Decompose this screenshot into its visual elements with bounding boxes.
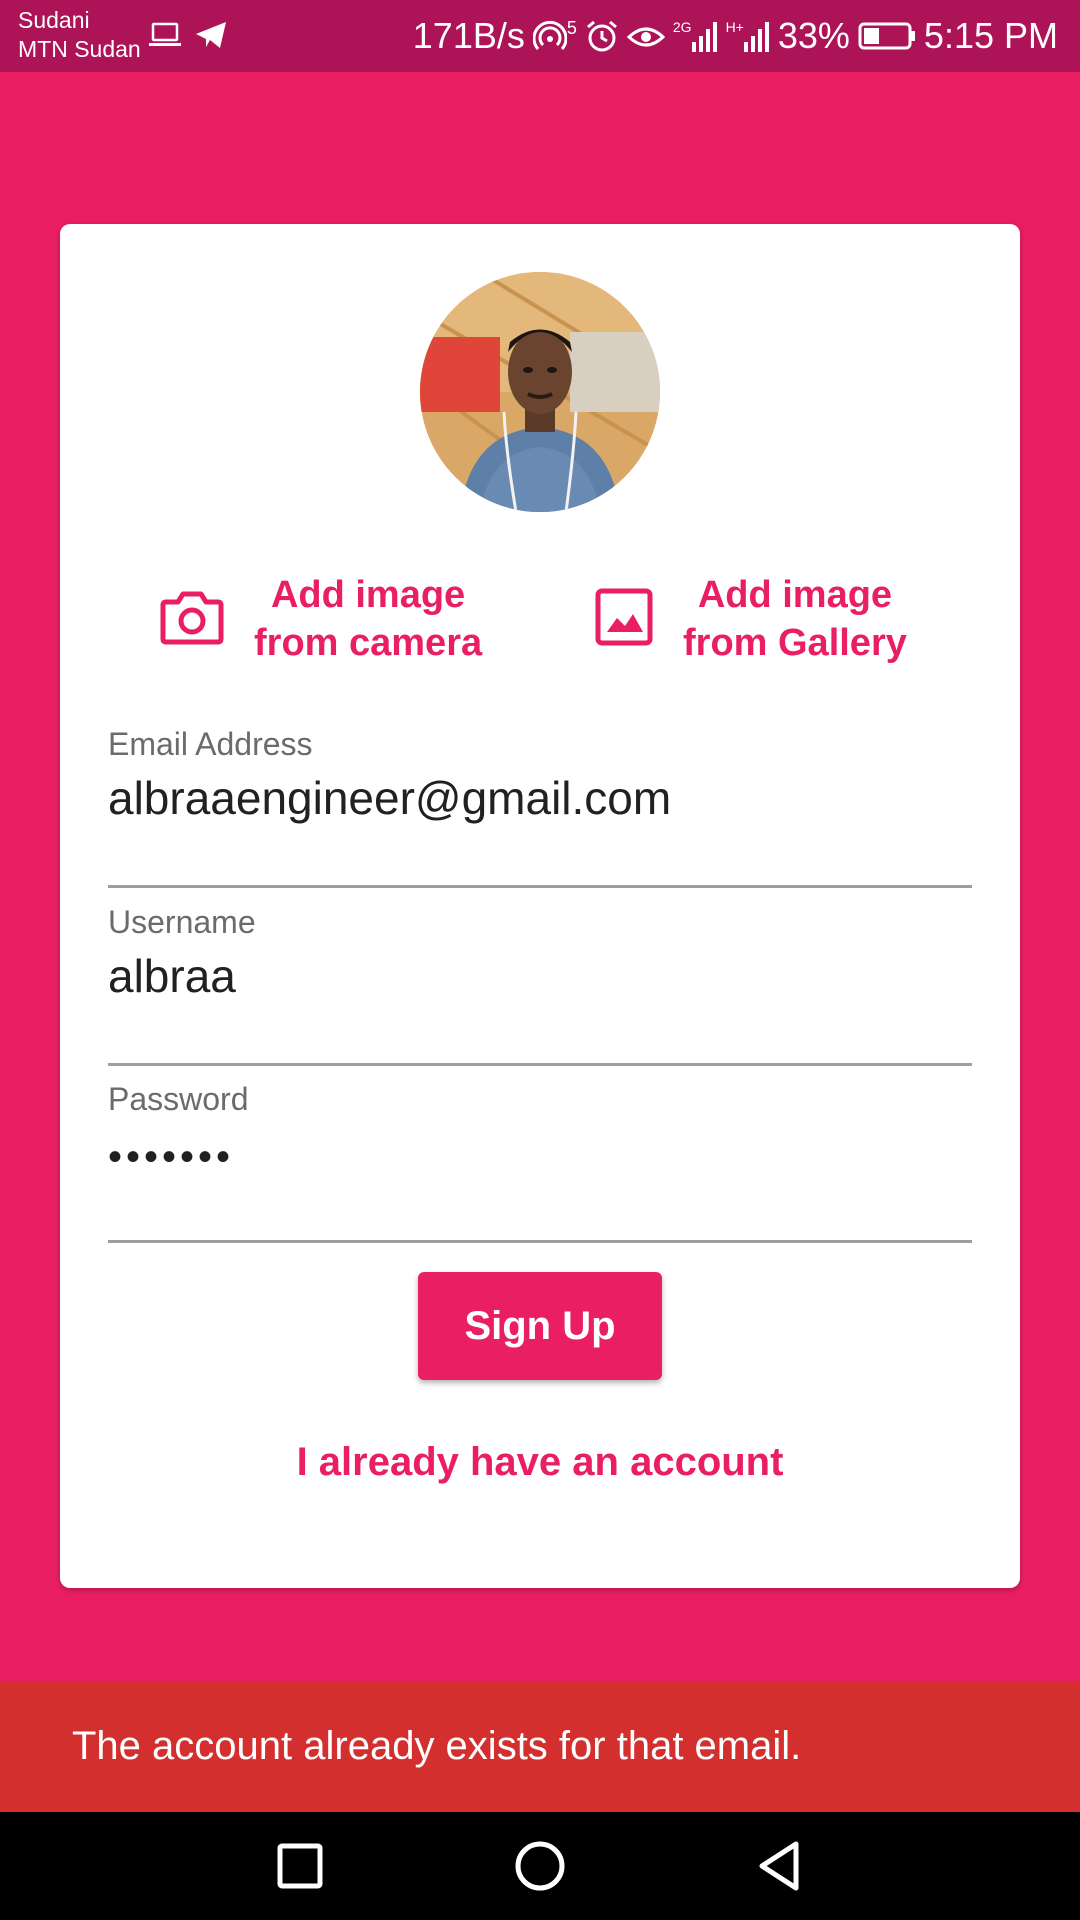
add-camera-label-line2: from camera: [254, 622, 483, 664]
password-label: Password: [108, 1081, 249, 1117]
signal-label-hplus: H+: [725, 19, 744, 35]
add-gallery-label-line1: Add image: [697, 574, 893, 616]
username-label: Username: [108, 904, 256, 940]
net-speed: 171B/s: [412, 15, 525, 56]
username-field[interactable]: Username albraa: [108, 902, 972, 1066]
signal-icon: [691, 20, 718, 52]
add-gallery-label: Add image from Gallery: [683, 571, 907, 667]
hotspot-count: 5: [566, 17, 577, 38]
telegram-icon: [194, 20, 228, 55]
navigation-bar: [0, 1812, 1080, 1920]
profile-photo: [420, 272, 660, 512]
recent-apps-icon[interactable]: [268, 1834, 332, 1898]
password-field[interactable]: Password •••••••: [108, 1079, 972, 1243]
battery-percent: 33%: [777, 15, 850, 56]
add-gallery-label-line2: from Gallery: [683, 622, 907, 664]
status-bar: Sudani MTN Sudan 171B/s 5 2G H+ 33% 5:15…: [0, 0, 1080, 72]
password-input[interactable]: •••••••: [108, 1129, 972, 1185]
email-label: Email Address: [108, 726, 313, 762]
battery-icon: [858, 21, 916, 51]
signup-button[interactable]: Sign Up: [418, 1272, 662, 1380]
status-left-icons: [148, 20, 228, 55]
error-snackbar: The account already exists for that emai…: [0, 1681, 1080, 1812]
back-icon[interactable]: [748, 1834, 812, 1898]
login-link[interactable]: I already have an account: [60, 1440, 1020, 1485]
signal-icon: [743, 20, 770, 52]
snackbar-message: The account already exists for that emai…: [72, 1724, 802, 1768]
carrier-line-2: MTN Sudan: [18, 36, 141, 62]
email-input[interactable]: albraaengineer@gmail.com: [108, 770, 972, 826]
eye-icon: [626, 21, 665, 51]
laptop-icon: [148, 21, 182, 54]
camera-icon: [160, 588, 224, 651]
status-right: 171B/s 5 2G H+ 33% 5:15 PM: [413, 14, 1058, 58]
email-field[interactable]: Email Address albraaengineer@gmail.com: [108, 724, 972, 888]
signup-card: Add image from camera Add image from Gal…: [60, 224, 1020, 1588]
add-camera-label: Add image from camera: [254, 571, 482, 667]
alarm-icon: [585, 19, 619, 53]
add-image-camera-button[interactable]: Add image from camera: [160, 564, 482, 674]
add-image-gallery-button[interactable]: Add image from Gallery: [595, 564, 907, 674]
username-input[interactable]: albraa: [108, 948, 972, 1004]
image-icon: [595, 588, 653, 651]
signal-label-2g: 2G: [672, 19, 692, 35]
profile-avatar[interactable]: [420, 272, 660, 512]
hotspot-icon: [532, 19, 567, 53]
home-icon[interactable]: [508, 1834, 572, 1898]
add-camera-label-line1: Add image: [270, 574, 466, 616]
carrier-line-1: Sudani: [18, 7, 90, 33]
clock: 5:15 PM: [923, 15, 1058, 56]
carrier-name: Sudani MTN Sudan: [18, 6, 141, 64]
